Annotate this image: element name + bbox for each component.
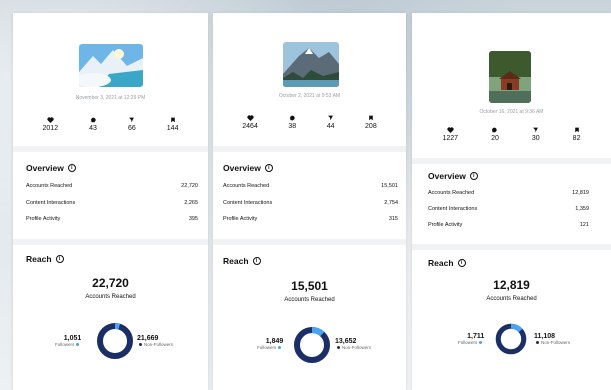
post-date: October 16, 2021 at 9:36 AM [479,109,544,115]
likes-count: 1227 [442,135,459,142]
followers-dot [278,346,282,350]
shares-stat: 44 [327,115,335,130]
accounts-reached-value: 22,720 [181,183,198,189]
likes-stat: 2012 [42,117,59,132]
info-icon[interactable]: i [264,164,273,172]
comment-icon [289,115,295,121]
likes-count: 2012 [42,125,59,132]
send-icon [328,115,333,121]
non-followers-value: 13,652 Non-Followers [335,338,372,350]
shares-count: 44 [326,123,335,130]
reach-donut-chart [97,323,133,359]
reach-subtitle: Accounts Reached [85,294,136,300]
reach-donut-chart [495,323,527,355]
accounts-reached-value: 15,501 [381,183,398,189]
shares-stat: 66 [128,117,136,132]
accounts-reached-label: Accounts Reached [26,183,73,189]
content-interactions-label: Content Interactions [428,206,478,212]
reach-total: 22,720 [92,276,129,290]
saves-stat: 208 [365,115,377,130]
saves-stat: 144 [166,117,179,132]
post-thumbnail[interactable] [79,44,143,87]
likes-stat: 2464 [242,115,258,130]
comments-count: 38 [288,123,297,130]
content-interactions-value: 2,754 [384,200,398,206]
likes-count: 2464 [242,123,258,130]
reach-heading: Reach i [428,258,466,268]
comments-count: 20 [491,135,499,142]
comments-stat: 38 [288,115,296,130]
non-followers-segment [97,323,133,359]
comments-count: 43 [89,125,97,132]
profile-activity-value: 315 [388,216,398,222]
comments-stat: 20 [491,127,499,142]
non-followers-dot [139,343,142,347]
reach-total: 12,819 [493,278,530,292]
comment-icon [492,127,498,133]
post-insights-card-1: November 3, 2021 at 12:29 PM 2012 43 66 … [13,13,208,390]
non-followers-value: 11,108 Non-Followers [534,333,571,345]
reach-heading: Reach i [223,256,261,266]
followers-dot [479,341,483,345]
overview-heading: Overview i [223,163,273,173]
content-interactions-label: Content Interactions [223,200,273,206]
post-date: October 2, 2021 at 9:53 AM [278,93,341,99]
overview-heading: Overview i [428,171,478,181]
heart-icon [246,115,254,121]
bookmark-icon [574,127,579,133]
info-icon[interactable]: i [457,259,466,267]
content-interactions-value: 1,359 [575,206,589,212]
profile-activity-label: Profile Activity [223,216,258,222]
followers-value: 1,711 Followers [458,333,485,345]
post-insights-card-2: October 2, 2021 at 9:53 AM 2464 38 44 20… [213,13,406,390]
send-icon [129,117,135,123]
profile-activity-label: Profile Activity [26,216,61,222]
reach-heading: Reach i [26,254,64,264]
saves-stat: 82 [572,127,581,142]
followers-value: 1,849 Followers [257,338,284,350]
accounts-reached-value: 12,819 [572,190,589,196]
post-thumbnail[interactable] [489,51,531,103]
bookmark-icon [170,117,175,123]
comment-icon [90,117,96,123]
send-icon [533,127,539,133]
info-icon[interactable]: i [469,172,478,180]
reach-donut-chart [294,327,330,363]
saves-count: 82 [572,135,581,142]
overview-heading: Overview i [26,163,76,173]
non-followers-dot [536,341,539,345]
reach-subtitle: Accounts Reached [284,297,335,303]
info-icon[interactable]: i [55,255,64,263]
info-icon[interactable]: i [252,257,261,265]
profile-activity-value: 121 [579,222,589,228]
profile-activity-value: 395 [188,216,198,222]
non-followers-value: 21,669 Non-Followers [137,335,174,347]
saves-count: 144 [166,125,179,132]
followers-value: 1,051 Followers [55,335,82,347]
followers-dot [76,343,80,347]
reach-subtitle: Accounts Reached [486,296,537,302]
shares-count: 30 [531,135,540,142]
post-date: November 3, 2021 at 12:29 PM [75,95,146,101]
non-followers-segment [294,327,330,363]
bookmark-icon [369,115,373,121]
likes-stat: 1227 [442,127,459,142]
shares-stat: 30 [532,127,540,142]
saves-count: 208 [365,123,377,130]
non-followers-dot [337,346,340,350]
accounts-reached-label: Accounts Reached [428,190,475,196]
content-interactions-label: Content Interactions [26,200,76,206]
profile-activity-label: Profile Activity [428,222,463,228]
content-interactions-value: 2,265 [184,200,198,206]
post-thumbnail[interactable] [283,42,339,87]
heart-icon [47,117,54,123]
shares-count: 66 [127,125,136,132]
reach-total: 15,501 [291,279,328,293]
comments-stat: 43 [89,117,97,132]
accounts-reached-label: Accounts Reached [223,183,270,189]
info-icon[interactable]: i [67,164,76,172]
heart-icon [447,127,454,133]
post-insights-card-3: October 16, 2021 at 9:36 AM 1227 20 30 8… [412,13,611,390]
